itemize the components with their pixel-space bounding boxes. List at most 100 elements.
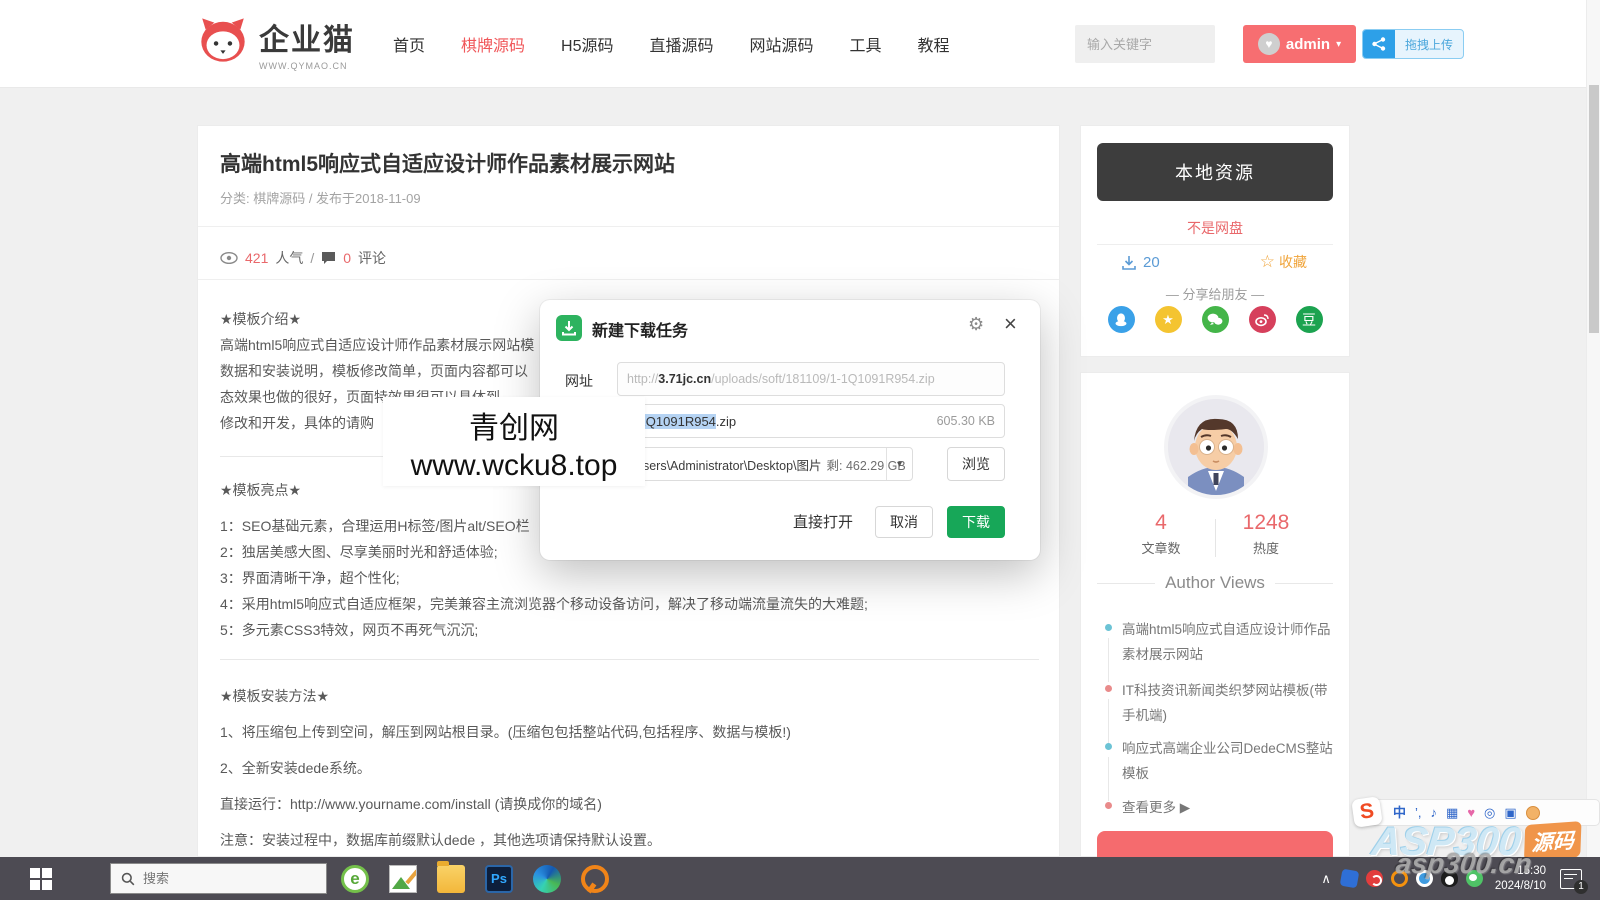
share-douban-icon[interactable]: 豆 — [1296, 306, 1323, 333]
divider — [1215, 519, 1216, 557]
main-nav: 首页 棋牌源码 H5源码 直播源码 网站源码 工具 教程 — [393, 0, 950, 88]
body-line: 5：多元素CSS3特效，网页不再死气沉沉; — [220, 620, 478, 640]
divider — [198, 226, 1060, 227]
author-view-item[interactable]: 高端html5响应式自适应设计师作品素材展示网站 — [1105, 617, 1333, 667]
taskbar-search-tool-icon[interactable] — [581, 865, 609, 893]
share-qq-icon[interactable] — [1108, 306, 1135, 333]
notification-center-icon[interactable]: 1 — [1560, 869, 1582, 889]
bullet-icon — [1105, 624, 1112, 631]
site-header: 企业猫 WWW.QYMAO.CN 首页 棋牌源码 H5源码 直播源码 网站源码 … — [0, 0, 1600, 88]
qingchuang-watermark: 青创网 www.wcku8.top — [383, 397, 645, 486]
list-item-text: IT科技资讯新闻类织梦网站模板(带手机端) — [1122, 678, 1333, 728]
url-input[interactable]: http://3.71jc.cn/uploads/soft/181109/1-1… — [617, 362, 1005, 396]
nav-item-h5[interactable]: H5源码 — [561, 32, 613, 56]
local-resource-button[interactable]: 本地资源 — [1097, 143, 1333, 201]
nav-item-home[interactable]: 首页 — [393, 32, 425, 56]
destination-path-select[interactable]: :\Users\Administrator\Desktop\图片 剩: 462.… — [617, 447, 913, 481]
ime-punctuation-icon[interactable]: ’, — [1415, 806, 1422, 819]
tray-expand-icon[interactable]: ∧ — [1321, 871, 1331, 887]
watermark-line2: www.wcku8.top — [383, 449, 645, 483]
articles-label: 文章数 — [1116, 538, 1206, 557]
comments-count: 0 — [343, 250, 351, 266]
dropdown-caret-icon[interactable]: ▾ — [886, 448, 912, 480]
author-view-more[interactable]: 查看更多 ▶ — [1105, 795, 1333, 820]
close-icon[interactable]: × — [1004, 311, 1017, 337]
tray-app1-icon[interactable] — [1339, 869, 1359, 889]
header-search — [1075, 25, 1215, 63]
taskbar-browser-icon[interactable]: e — [341, 865, 369, 893]
drag-upload-button[interactable]: 拖拽上传 — [1362, 29, 1464, 59]
sidebar-action-button[interactable] — [1097, 831, 1333, 857]
watermark-line1: 青创网 — [383, 403, 645, 447]
author-view-item[interactable]: 响应式高端企业公司DedeCMS整站模板 — [1105, 736, 1333, 786]
share-qzone-icon[interactable]: ★ — [1155, 306, 1182, 333]
section-heading: ★模板亮点★ — [220, 480, 301, 500]
author-view-item[interactable]: IT科技资讯新闻类织梦网站模板(带手机端) — [1105, 678, 1333, 728]
nav-item-live[interactable]: 直播源码 — [650, 32, 714, 56]
nav-item-website[interactable]: 网站源码 — [750, 32, 814, 56]
views-label: 人气 — [275, 248, 303, 268]
author-panel: 4 文章数 1248 热度 Author Views 高端html5响应式自适应… — [1080, 372, 1350, 857]
emoji-icon[interactable]: ◎ — [1484, 806, 1495, 819]
author-avatar[interactable] — [1168, 399, 1264, 495]
mascot-icon[interactable] — [1526, 806, 1540, 820]
star-icon: ☆ — [1260, 252, 1275, 272]
bullet-icon — [1105, 743, 1112, 750]
favorite-button[interactable]: ☆ 收藏 — [1260, 252, 1307, 272]
microphone-icon[interactable]: ♪ — [1431, 806, 1438, 819]
taskbar-search-input[interactable] — [143, 871, 293, 886]
nav-item-tools[interactable]: 工具 — [850, 32, 882, 56]
taskbar-image-editor-icon[interactable] — [389, 865, 417, 893]
download-count-value: 20 — [1143, 254, 1160, 271]
site-logo[interactable]: 企业猫 WWW.QYMAO.CN — [197, 14, 355, 71]
page-title: 高端html5响应式自适应设计师作品素材展示网站 — [220, 148, 675, 178]
header-search-input[interactable] — [1075, 37, 1267, 52]
share-wechat-icon[interactable] — [1202, 306, 1229, 333]
favorite-label: 收藏 — [1279, 252, 1307, 272]
body-line: 直接运行：http://www.yourname.com/install (请换… — [220, 794, 602, 814]
divider — [220, 659, 1039, 660]
body-line: 2、全新安装dede系统。 — [220, 758, 371, 778]
taskbar-photoshop-icon[interactable]: Ps — [485, 865, 513, 893]
list-item-text: 查看更多 ▶ — [1122, 795, 1190, 820]
scrollbar-thumb[interactable] — [1589, 85, 1599, 333]
nav-item-tutorial[interactable]: 教程 — [918, 32, 950, 56]
heat-label: 热度 — [1221, 538, 1311, 557]
download-button[interactable]: 下载 — [947, 506, 1005, 538]
skin-icon[interactable]: ♥ — [1467, 806, 1475, 819]
download-icon — [1121, 255, 1137, 271]
share-weibo-icon[interactable] — [1249, 306, 1276, 333]
open-directly-button[interactable]: 直接打开 — [793, 511, 853, 532]
cat-logo-icon — [197, 14, 249, 71]
keyboard-icon[interactable]: ▦ — [1446, 806, 1458, 819]
admin-label: admin — [1286, 36, 1330, 53]
comments-label: 评论 — [358, 248, 386, 268]
browse-button[interactable]: 浏览 — [947, 447, 1005, 481]
bullet-icon — [1105, 685, 1112, 692]
heat-count: 1248 — [1221, 511, 1311, 535]
admin-account-button[interactable]: ♥ admin ▾ — [1243, 25, 1356, 63]
list-item-text: 响应式高端企业公司DedeCMS整站模板 — [1122, 736, 1333, 786]
scrollbar-track[interactable] — [1586, 0, 1600, 857]
toolbox-icon[interactable]: ▣ — [1504, 806, 1516, 819]
comment-icon — [321, 251, 336, 265]
taskbar-file-explorer-icon[interactable] — [437, 865, 465, 893]
body-line: 4：采用html5响应式自适应框架，完美兼容主流浏览器个移动设备访问，解决了移动… — [220, 594, 868, 614]
taskbar-edge-icon[interactable] — [533, 865, 561, 893]
share-nodes-icon — [1363, 29, 1395, 59]
share-friends-label: — 分享给朋友 — — [1081, 284, 1349, 303]
filename-input[interactable]: 1-1Q1091R954.zip 605.30 KB — [617, 404, 1005, 438]
start-button[interactable] — [30, 868, 64, 890]
download-count[interactable]: 20 — [1121, 254, 1160, 271]
body-line: 3：界面清晰干净，超个性化; — [220, 568, 400, 588]
logo-subtitle: WWW.QYMAO.CN — [259, 61, 355, 71]
cancel-button[interactable]: 取消 — [875, 506, 933, 538]
nav-item-qipai[interactable]: 棋牌源码 — [461, 32, 525, 56]
tray-app2-icon[interactable] — [1366, 870, 1383, 887]
list-item-text: 高端html5响应式自适应设计师作品素材展示网站 — [1122, 617, 1333, 667]
admin-avatar: ♥ — [1258, 33, 1280, 55]
ime-lang-icon[interactable]: 中 — [1393, 806, 1406, 819]
gear-icon[interactable]: ⚙ — [968, 314, 984, 335]
search-icon — [121, 872, 135, 886]
divider — [1097, 244, 1333, 245]
